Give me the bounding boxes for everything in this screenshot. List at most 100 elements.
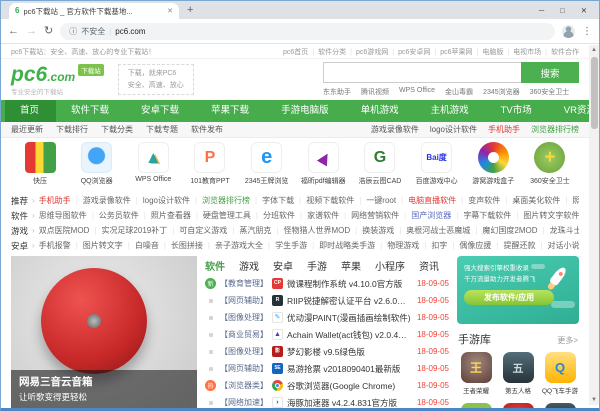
keyword-link[interactable]: 思维导图软件 (39, 210, 87, 221)
game-card[interactable]: 五 第五人格 (499, 352, 537, 395)
top-link[interactable]: pc6游戏网 (346, 47, 388, 57)
keyword-link[interactable]: 学生手游 (263, 240, 307, 251)
software-list-row[interactable]: 新 【教育管理】 CP 微课程制作系统 v4.10.0官方版 18-09-05 (205, 275, 449, 292)
keyword-link[interactable]: 公务员软件 (87, 210, 139, 221)
keyword-link[interactable]: 家谱软件 (295, 210, 339, 221)
featured-app[interactable]: 快压 (15, 141, 65, 193)
hot-word-link[interactable]: 2345浏览器 (483, 87, 520, 97)
scroll-down-icon[interactable]: ▼ (589, 397, 599, 403)
game-card[interactable]: 梦 (499, 403, 537, 408)
game-card[interactable]: 王 王者荣耀 (457, 352, 495, 395)
game-card[interactable]: Q QQ飞车手游 (541, 352, 579, 395)
nav-item[interactable]: 首页 (5, 100, 56, 122)
close-window-button[interactable]: ✕ (581, 6, 587, 15)
keyword-link[interactable]: 视频下载软件 (294, 195, 354, 206)
featured-app[interactable]: ▲ WPS Office (128, 141, 178, 193)
nav-item[interactable]: TV市场 (486, 100, 549, 122)
keyword-link[interactable]: 国产浏览器 (399, 210, 451, 221)
featured-app[interactable]: + 360安全卫士 (525, 141, 575, 193)
featured-app[interactable]: 游窝游戏盒子 (468, 141, 518, 193)
keyword-link[interactable]: 龙珠斗士zMOD (538, 225, 580, 236)
top-link[interactable]: 电脑版 (473, 47, 504, 57)
software-title-link[interactable]: Achain Wallet(act钱包) v2.0.4官方版 (287, 329, 413, 341)
keyword-link[interactable]: logo设计软件 (131, 195, 190, 206)
keyword-link[interactable]: 怪物猎人世界MOD (271, 225, 350, 236)
software-title-link[interactable]: 优动漫PAINT(漫画插画绘制软件) (287, 312, 413, 324)
category-link[interactable]: 【网页辅助】 (220, 363, 268, 374)
nav-item[interactable]: 软件下载 (56, 100, 126, 122)
keyword-link[interactable]: 手机报警 (39, 240, 71, 251)
minimize-button[interactable]: ─ (539, 6, 544, 15)
maximize-button[interactable]: □ (560, 6, 565, 15)
nav-item[interactable]: 安卓下载 (126, 100, 196, 122)
subnav-keyword-link[interactable]: 浏览器排行榜 (531, 124, 579, 135)
software-list-row[interactable]: 【图像处理】 影 梦幻影楼 v9.5绿色版 18-09-05 (205, 343, 449, 360)
keyword-link[interactable]: 分班软件 (251, 210, 295, 221)
hot-word-link[interactable]: 360安全卫士 (530, 87, 570, 97)
game-card[interactable]: 我的世界 (457, 403, 495, 408)
software-list-row[interactable]: 【网页辅助】 5E 易游抢票 v2018090401最新版 18-09-05 (205, 360, 449, 377)
keyword-link[interactable]: 手机助手 (39, 195, 71, 206)
category-link[interactable]: 【教育管理】 (220, 278, 268, 289)
keyword-link[interactable]: 偶像应援 (447, 240, 491, 251)
hot-word-link[interactable]: 金山毒霸 (445, 87, 473, 97)
featured-app[interactable]: P 101教育PPT (185, 141, 235, 193)
keyword-link[interactable]: 魔幻国度2MOD (470, 225, 537, 236)
software-list-row[interactable]: 热 【浏览器类】 谷歌浏览器(Google Chrome) 18-09-05 (205, 377, 449, 394)
panel-tab[interactable]: 手游 (307, 258, 327, 273)
keyword-link[interactable]: 硬盘管理工具 (191, 210, 251, 221)
search-button[interactable]: 搜索 (521, 62, 579, 83)
keyword-link[interactable]: 蒸汽朋克 (227, 225, 271, 236)
site-logo[interactable]: pc6.com 下载站 专业安全的下载站 (11, 64, 104, 96)
software-title-link[interactable]: 易游抢票 v2018090401最新版 (287, 363, 413, 375)
keyword-link[interactable]: 长图拼接 (159, 240, 203, 251)
keyword-link[interactable]: 一键root (354, 195, 396, 206)
keyword-link[interactable]: 游戏录像软件 (71, 195, 131, 206)
nav-item[interactable]: 主机游戏 (416, 100, 486, 122)
category-link[interactable]: 【图像处理】 (220, 346, 268, 357)
keyword-link[interactable]: 可自定义游戏 (167, 225, 227, 236)
software-title-link[interactable]: 微课程制作系统 v4.10.0官方版 (287, 278, 413, 290)
keyword-link[interactable]: 物理游戏 (375, 240, 419, 251)
subnav-link[interactable]: 下载排行 (56, 124, 88, 135)
keyword-link[interactable]: 照片视频软件 (560, 195, 579, 206)
keyword-link[interactable]: 双点医院MOD (39, 225, 90, 236)
keyword-link[interactable]: 换装游戏 (350, 225, 394, 236)
subnav-keyword-link[interactable]: 游戏录像软件 (371, 124, 419, 135)
keyword-link[interactable]: 图片转文字软件 (511, 210, 579, 221)
keyword-link[interactable]: 提醒还款 (491, 240, 535, 251)
keyword-link[interactable]: 网络营销软件 (339, 210, 399, 221)
search-input[interactable] (323, 62, 521, 83)
category-link[interactable]: 【网络加速】 (220, 397, 268, 408)
reload-button[interactable]: ↻ (44, 26, 53, 37)
publish-promo-banner[interactable]: 强大搜索引擎权重收录 千万流量助力开发者腾飞 发布软件/应用 (457, 256, 579, 324)
keyword-link[interactable]: 电脑直播软件 (396, 195, 456, 206)
subnav-keyword-link[interactable]: logo设计软件 (430, 124, 477, 135)
panel-tab[interactable]: 安卓 (273, 258, 293, 273)
profile-avatar[interactable] (562, 25, 575, 38)
subnav-link[interactable]: 下载分类 (101, 124, 133, 135)
carousel-banner[interactable]: 网易三音云音箱 让听歌变得更轻松 (11, 256, 197, 408)
keyword-link[interactable]: 字体下载 (250, 195, 294, 206)
game-card[interactable]: 仙 (541, 403, 579, 408)
panel-tab[interactable]: 小程序 (375, 258, 405, 273)
featured-app[interactable]: Bai度 百度游戏中心 (412, 141, 462, 193)
publish-software-button[interactable]: 发布软件/应用 (464, 290, 554, 305)
top-link[interactable]: 软件合作 (541, 47, 579, 57)
panel-tab[interactable]: 游戏 (239, 258, 259, 273)
subnav-link[interactable]: 软件发布 (191, 124, 223, 135)
nav-item[interactable]: VR资源 (549, 100, 589, 122)
panel-tab[interactable]: 苹果 (341, 258, 361, 273)
address-bar[interactable]: ⓘ 不安全 | pc6.com (60, 23, 555, 40)
software-list-row[interactable]: 【商业贸易】 ▲ Achain Wallet(act钱包) v2.0.4官方版 … (205, 326, 449, 343)
software-list-row[interactable]: 【网页辅助】 R RIIP锐捷解密认证平台 v2.6.0官方版 18-09-05 (205, 292, 449, 309)
category-link[interactable]: 【浏览器类】 (220, 380, 268, 391)
keyword-link[interactable]: 浏览器排行榜 (190, 195, 250, 206)
scroll-up-icon[interactable]: ▲ (589, 47, 599, 53)
hot-word-link[interactable]: 东东助手 (323, 87, 351, 97)
software-title-link[interactable]: RIIP锐捷解密认证平台 v2.6.0官方版 (287, 295, 413, 307)
category-link[interactable]: 【图像处理】 (220, 312, 268, 323)
software-list-row[interactable]: 【图像处理】 ✎ 优动漫PAINT(漫画插画绘制软件) 18-09-05 (205, 309, 449, 326)
keyword-link[interactable]: 即时战略类手游 (307, 240, 375, 251)
keyword-link[interactable]: 变声软件 (456, 195, 500, 206)
